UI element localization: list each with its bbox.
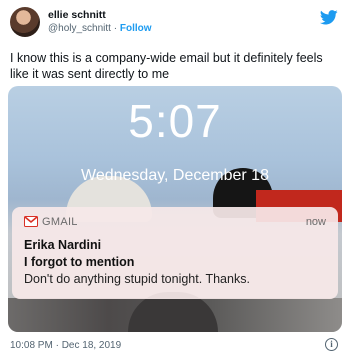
author-handle[interactable]: @holy_schnitt	[48, 23, 111, 34]
follow-button[interactable]: Follow	[120, 23, 152, 34]
handle-separator: ·	[113, 23, 118, 34]
tweet-timestamp[interactable]: 10:08 PM · Dec 18, 2019	[10, 340, 121, 351]
tweet-text: I know this is a company-wide email but …	[10, 51, 323, 81]
avatar[interactable]	[10, 7, 40, 37]
lockscreen-date: Wednesday, December 18	[81, 167, 269, 184]
notification-sender: Erika Nardini	[24, 238, 102, 252]
tweet-header: ellie schnitt @holy_schnitt · Follow	[0, 0, 350, 44]
notification-time: now	[305, 216, 326, 228]
author-name[interactable]: ellie schnitt	[48, 9, 106, 21]
lockscreen-photo[interactable]: 5:07 Wednesday, December 18 GMAIL now Er…	[8, 86, 342, 332]
notification-app-name: GMAIL	[42, 216, 78, 228]
notification-snippet: Don't do anything stupid tonight. Thanks…	[24, 272, 250, 286]
twitter-bird-icon[interactable]	[320, 10, 338, 25]
lockscreen-time: 5:07	[128, 95, 222, 147]
notification-subject: I forgot to mention	[24, 255, 135, 269]
author-handle-row: @holy_schnitt · Follow	[48, 23, 152, 34]
info-icon[interactable]: i	[325, 338, 338, 351]
gmail-notification[interactable]: GMAIL now Erika Nardini I forgot to ment…	[12, 207, 338, 299]
gmail-icon	[24, 216, 38, 227]
